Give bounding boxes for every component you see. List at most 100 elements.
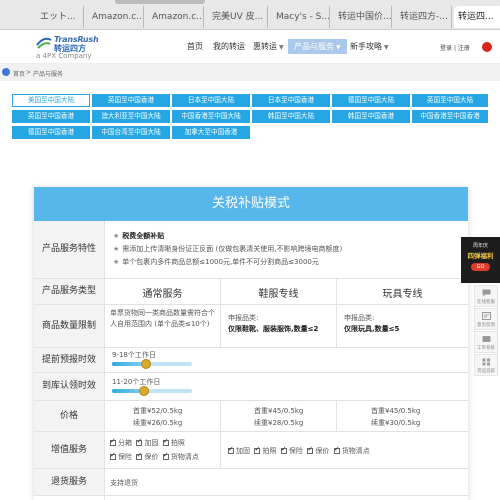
route-tab[interactable]: 德国至中国大陆 — [332, 94, 410, 107]
side-button-tracking[interactable]: 货运追踪 — [474, 354, 498, 376]
breadcrumb-home[interactable]: 首页 — [13, 69, 25, 78]
route-tab[interactable]: 澳大利亚至中国大陆 — [92, 110, 170, 123]
checkbox-icon — [136, 437, 143, 446]
price-toys-cont: 续重¥30/0.5kg — [371, 419, 421, 427]
route-tab[interactable]: 中国香港至中国大陆 — [172, 110, 250, 123]
addon-option[interactable]: 货物清点 — [333, 445, 370, 455]
route-tab[interactable]: 英国至中国香港 — [92, 94, 170, 107]
arrival-slider-handle[interactable] — [139, 386, 149, 396]
chevron-down-icon: ▼ — [336, 44, 341, 51]
feature-item: ★ 单个包裹内多件商品总额≤1000元,单件不可分割商品≤3000元 — [113, 257, 319, 267]
forecast-slider-handle[interactable] — [141, 359, 151, 369]
login-link[interactable]: 登录 — [440, 45, 452, 52]
promo-go-button[interactable]: GO — [471, 263, 490, 271]
addon-option[interactable]: 分箱 — [110, 437, 132, 447]
route-tab[interactable]: 中国台湾至中国大陆 — [92, 126, 170, 139]
addon-option[interactable]: 加固 — [136, 437, 158, 447]
nav-deals[interactable]: 惠转运 ▼ — [253, 41, 284, 52]
addon-option[interactable]: 货物清点 — [162, 451, 199, 461]
price-general-cont: 续重¥26/0.5kg — [133, 419, 183, 427]
promo-line-b: 四弹福利 — [467, 252, 494, 260]
addon-option[interactable]: 保价 — [307, 445, 330, 455]
logo-subtitle: a 4PX Company — [36, 52, 92, 60]
ticket-icon — [482, 336, 491, 342]
addon-option[interactable]: 拍照 — [254, 445, 276, 455]
route-tab[interactable]: 中国香港至中国香港 — [412, 110, 488, 123]
checkbox-icon — [254, 445, 261, 454]
route-tab[interactable]: 德国至中国香港 — [12, 126, 90, 139]
card-title: 关税补贴模式 — [34, 187, 468, 221]
route-tab[interactable]: 英国至中国大陆 — [412, 94, 488, 107]
nav-guide-label: 新手攻略 — [350, 42, 382, 51]
arrival-text: 11-20个工作日 — [112, 378, 161, 386]
browser-tab-active[interactable]: 转运四... — [454, 6, 500, 28]
route-tab[interactable]: 日本至中国香港 — [252, 94, 330, 107]
addon-option[interactable]: 保险 — [110, 451, 132, 461]
addon-label: 保险 — [288, 447, 303, 455]
tab-scroll-indicator[interactable] — [115, 0, 205, 4]
browser-tab[interactable]: Amazon.c... — [148, 6, 204, 28]
addon-option[interactable]: 加固 — [228, 445, 250, 455]
price-shoes-cont: 续重¥28/0.5kg — [254, 419, 304, 427]
route-tab[interactable]: 韩国至中国香港 — [332, 110, 410, 123]
feedback-icon — [482, 312, 491, 320]
route-tab[interactable]: 加拿大至中国香港 — [172, 126, 250, 139]
feature-text: 需添加上传清晰身份证正反面 (仅做包裹清关使用,不影响跨境电商额度) — [122, 245, 343, 253]
column-general: 通常服务 — [142, 289, 183, 300]
nav-products-services[interactable]: 产品与服务 ▼ — [288, 39, 347, 54]
nav-my-transfer[interactable]: 我的转运 — [213, 41, 245, 52]
browser-tab[interactable]: 完美UV 皮... — [208, 6, 268, 28]
china-flag-icon[interactable] — [482, 42, 492, 52]
feature-text: 单个包裹内多件商品总额≤1000元,单件不可分割商品≤3000元 — [122, 258, 319, 266]
return-text: 支持退货 — [110, 479, 138, 487]
checkbox-icon — [136, 451, 143, 460]
nav-home[interactable]: 首页 — [187, 41, 203, 52]
nav-beginner-guide[interactable]: 新手攻略 ▼ — [350, 41, 389, 52]
checkbox-icon — [110, 437, 116, 446]
browser-tab[interactable]: 转运四方-... — [396, 6, 452, 28]
row-divider — [34, 468, 468, 469]
addon-option[interactable]: 保价 — [136, 451, 158, 461]
breadcrumb-separator: > — [26, 69, 32, 76]
checkbox-icon — [162, 451, 169, 460]
logo-icon[interactable] — [36, 36, 52, 50]
row-divider — [34, 347, 468, 348]
feature-item: ★ 税费全额补贴 — [113, 231, 164, 241]
side-button-feedback[interactable]: 意见反馈 — [474, 308, 498, 330]
addon-label: 加固 — [236, 447, 250, 455]
row-label-features: 产品服务特性 — [34, 221, 104, 278]
register-link[interactable]: 注册 — [458, 45, 470, 52]
column-divider — [220, 432, 221, 469]
route-tab[interactable]: 英国至中国香港 — [12, 110, 90, 123]
tracking-icon — [482, 358, 490, 366]
browser-tab[interactable]: 转运中国价... — [334, 6, 392, 28]
limit-shoes: 仅限鞋靴、服装服饰,数量≤2 — [228, 325, 319, 333]
price-toys-first: 首重¥45/0.5kg — [371, 407, 421, 415]
star-icon: ★ — [113, 245, 120, 253]
browser-tab[interactable]: エット... — [36, 6, 84, 28]
row-label-limit: 商品数量限制 — [34, 305, 104, 347]
addon-option[interactable]: 拍照 — [162, 437, 185, 447]
browser-tab-strip: エット... Amazon.c... Amazon.c... 完美UV 皮...… — [0, 0, 500, 30]
checkbox-icon — [110, 451, 116, 460]
checkbox-icon — [280, 445, 287, 454]
side-button-customer-service[interactable]: 在线客服 — [474, 285, 498, 307]
route-tab[interactable]: 日本至中国大陆 — [172, 94, 250, 107]
chat-icon — [482, 289, 491, 297]
addon-option[interactable]: 保险 — [280, 445, 303, 455]
column-divider — [104, 221, 105, 500]
limit-toys: 仅限玩具,数量≤5 — [344, 325, 400, 333]
browser-tab[interactable]: Macy's - S... — [272, 6, 330, 28]
route-tab[interactable]: 韩国至中国大陆 — [252, 110, 330, 123]
row-label-forecast: 提前预报时效 — [34, 348, 104, 372]
route-tab-us-cn[interactable]: 美国至中国大陆 — [12, 94, 90, 107]
addon-label: 拍照 — [170, 439, 185, 447]
column-shoes: 鞋服专线 — [258, 289, 299, 300]
side-button-ticket[interactable]: 工单系统 — [474, 331, 498, 353]
anniversary-promo-widget[interactable]: 周年庆 四弹福利 GO — [461, 237, 500, 283]
row-label-price: 价格 — [34, 401, 104, 431]
column-divider — [220, 401, 221, 432]
browser-tab[interactable]: Amazon.c... — [88, 6, 144, 28]
addon-label: 保价 — [315, 447, 330, 455]
row-divider — [34, 304, 468, 305]
